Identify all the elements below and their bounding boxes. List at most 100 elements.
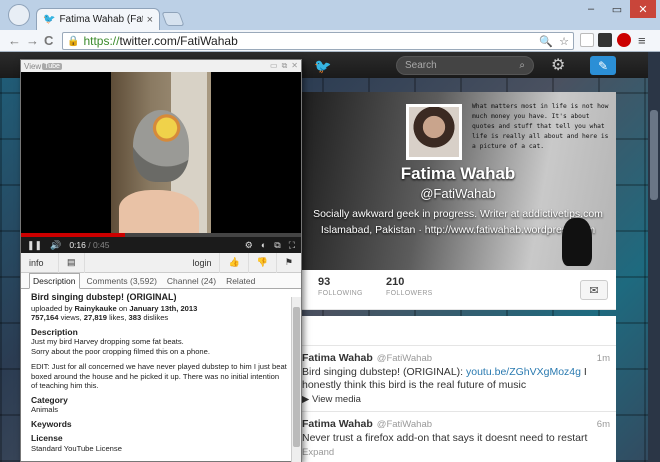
- envelope-icon: ✉: [589, 284, 599, 297]
- play-icon: ▶: [302, 394, 310, 405]
- tab-channel[interactable]: Channel (24): [164, 274, 219, 288]
- following-count: 93: [318, 276, 331, 288]
- profile-header-quote: What matters most in life is not how muc…: [472, 103, 609, 150]
- description-edit: EDIT: Just for all concerned we have nev…: [31, 362, 287, 390]
- upload-date: January 13th, 2013: [129, 303, 198, 313]
- browser-toolbar: ← → C 🔒 https://twitter.com/FatiWahab 🔍 …: [0, 30, 660, 52]
- reload-button[interactable]: C: [44, 33, 53, 48]
- upload-on: on: [116, 303, 130, 313]
- profile-location: Islamabad, Pakistan: [320, 224, 416, 236]
- profile-bio: Socially awkward geek in progress. Write…: [313, 208, 603, 220]
- tweet-text: Never trust a firefox add-on that says i…: [302, 432, 588, 444]
- flag-icon[interactable]: ⚑: [277, 253, 301, 273]
- browser-tab[interactable]: 🐦 Fatima Wahab (FatiWaha... ×: [36, 8, 160, 30]
- popup-close-icon[interactable]: ✕: [291, 61, 298, 71]
- profile-avatar-icon[interactable]: [8, 4, 30, 26]
- license-value: Standard YouTube License: [31, 443, 122, 453]
- view-count: 757,164: [31, 313, 59, 322]
- category-heading: Category: [31, 394, 68, 405]
- search-icon[interactable]: ⌕: [519, 60, 525, 71]
- view-media-link[interactable]: ▶ View media: [302, 394, 610, 405]
- tweet-author-handle[interactable]: @FatiWahab: [377, 419, 432, 430]
- category-value[interactable]: Animals: [31, 405, 287, 415]
- tweet-item[interactable]: Fatima Wahab @FatiWahab 6m Never trust a…: [300, 412, 616, 462]
- tweet-item[interactable]: Fatima Wahab @FatiWahab 1m Bird singing …: [300, 346, 616, 412]
- popout-icon[interactable]: ⧉: [274, 240, 280, 251]
- tweet-text: Bird singing dubstep! (ORIGINAL): youtu.…: [302, 366, 610, 392]
- likes-label: likes,: [107, 313, 129, 322]
- keywords-heading: Keywords: [31, 418, 72, 429]
- following-stat[interactable]: 93 FOLLOWING: [318, 276, 363, 297]
- viewtube-titlebar[interactable]: View Tube ▭ ⧉ ✕: [21, 60, 301, 72]
- tweet-author-name[interactable]: Fatima Wahab: [302, 418, 373, 430]
- lock-icon: 🔒: [67, 35, 80, 47]
- twitter-bird-icon[interactable]: 🐦: [314, 58, 331, 75]
- profile-avatar[interactable]: [406, 104, 462, 160]
- pause-icon[interactable]: ❚❚: [27, 240, 42, 251]
- settings-gear-icon[interactable]: ⚙: [245, 240, 253, 251]
- info-button[interactable]: info: [21, 252, 59, 273]
- tweet-time[interactable]: 1m: [597, 353, 610, 364]
- maximize-button[interactable]: ▭: [604, 0, 630, 18]
- tweet-time[interactable]: 6m: [597, 419, 610, 430]
- close-window-button[interactable]: ✕: [630, 0, 656, 18]
- zoom-icon[interactable]: 🔍: [539, 35, 553, 48]
- followers-label: FOLLOWERS: [386, 290, 433, 297]
- minimize-button[interactable]: –: [578, 0, 604, 18]
- compose-tweet-button[interactable]: ✎: [590, 56, 616, 75]
- dislike-icon[interactable]: 👎: [249, 252, 277, 273]
- followers-count: 210: [386, 276, 405, 288]
- description-panel: Bird singing dubstep! (ORIGINAL) uploade…: [21, 289, 301, 461]
- time-total: / 0:45: [88, 240, 110, 250]
- opera-extension-icon[interactable]: [617, 33, 631, 47]
- followers-stat[interactable]: 210 FOLLOWERS: [386, 276, 433, 297]
- tweet-link[interactable]: youtu.be/ZGhVXgMoz4g: [466, 366, 581, 378]
- gear-icon[interactable]: ⚙: [551, 55, 565, 75]
- tab-close-icon[interactable]: ×: [147, 14, 153, 26]
- tab-related[interactable]: Related: [223, 274, 258, 288]
- tweet-author-handle[interactable]: @FatiWahab: [377, 353, 432, 364]
- uploader-link[interactable]: Rainykauke: [75, 304, 117, 313]
- popup-popout-icon[interactable]: ⧉: [282, 61, 288, 71]
- views-label: views,: [58, 313, 84, 322]
- fullscreen-icon[interactable]: ⛶: [289, 240, 295, 251]
- video-hand: [119, 190, 199, 233]
- search-input[interactable]: Search ⌕: [396, 56, 534, 75]
- volume-icon[interactable]: 🔊: [50, 240, 61, 251]
- extension-page-icon[interactable]: [580, 33, 594, 47]
- tweet-author-name[interactable]: Fatima Wahab: [302, 352, 373, 364]
- address-bar[interactable]: 🔒 https://twitter.com/FatiWahab 🔍 ☆: [62, 32, 574, 50]
- profile-name: Fatima Wahab: [400, 164, 516, 183]
- url-scheme: https://: [83, 34, 120, 48]
- extension-grid-icon[interactable]: [598, 33, 612, 47]
- description-scrollbar-thumb[interactable]: [293, 307, 300, 447]
- back-button[interactable]: ←: [8, 33, 21, 48]
- video-stats: 757,164 views, 27,819 likes, 383 dislike…: [31, 313, 287, 323]
- license-heading: License: [31, 433, 63, 443]
- location-separator: ·: [418, 224, 422, 236]
- login-button[interactable]: login: [184, 252, 221, 273]
- profile-handle: @FatiWahab: [420, 186, 496, 201]
- upload-info: uploaded by Rainykauke on January 13th, …: [31, 304, 287, 314]
- playlist-icon[interactable]: ▤: [59, 252, 85, 273]
- like-icon[interactable]: 👍: [220, 252, 249, 273]
- description-scrollbar[interactable]: [291, 297, 301, 462]
- popup-restore-icon[interactable]: ▭: [270, 61, 278, 71]
- menu-icon[interactable]: ≡: [638, 33, 646, 48]
- video-progress-bar[interactable]: [21, 233, 301, 237]
- expand-link[interactable]: Expand: [302, 447, 610, 458]
- bookmark-star-icon[interactable]: ☆: [559, 35, 569, 48]
- video-controls: ❚❚ 🔊 0:16 / 0:45 ⚙ ◐ ⧉ ⛶: [21, 237, 301, 253]
- profile-stats: 93 FOLLOWING 210 FOLLOWERS ✉: [300, 270, 616, 310]
- tab-comments[interactable]: Comments (3,592): [84, 274, 160, 288]
- annotations-icon[interactable]: ◐: [261, 240, 266, 251]
- video-player[interactable]: [21, 72, 301, 233]
- page-scrollbar-thumb[interactable]: [650, 110, 658, 200]
- tab-description[interactable]: Description: [29, 273, 80, 289]
- forward-button[interactable]: →: [26, 33, 39, 48]
- new-tab-button[interactable]: [161, 12, 185, 26]
- message-button[interactable]: ✉: [580, 280, 608, 300]
- twitter-favicon-icon: 🐦: [43, 14, 56, 25]
- video-progress-fill: [21, 233, 125, 237]
- viewtube-logo: Tube: [42, 62, 62, 70]
